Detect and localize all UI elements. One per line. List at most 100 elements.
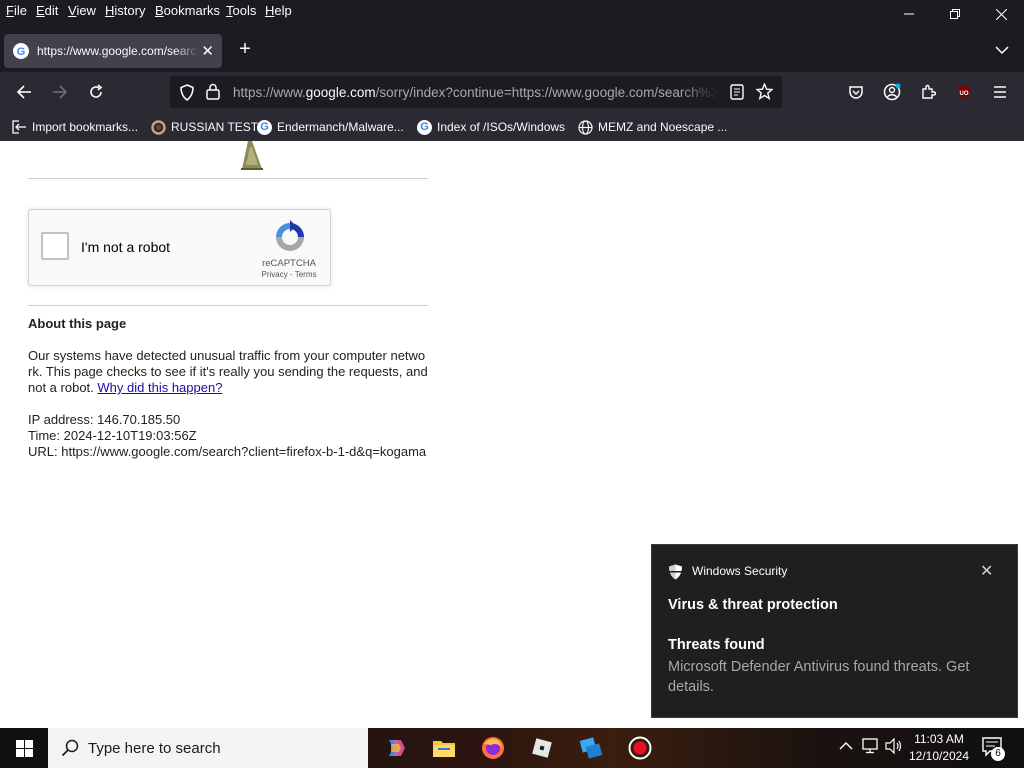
search-placeholder: Type here to search <box>88 740 221 757</box>
bookmark-memz-noescape[interactable]: MEMZ and Noescape ... <box>578 119 727 135</box>
why-did-this-happen-link[interactable]: Why did this happen? <box>97 380 222 395</box>
bookmark-endermanch-malware[interactable]: G Endermanch/Malware... <box>257 119 404 135</box>
toast-app-name: Windows Security <box>692 564 788 578</box>
menu-view[interactable]: View <box>68 3 96 18</box>
menu-help[interactable]: Help <box>265 3 292 18</box>
puzzle-icon <box>922 84 936 99</box>
file-explorer-icon[interactable] <box>430 734 458 762</box>
bookmark-russian-test[interactable]: RUSSIAN TEST <box>151 119 258 135</box>
reload-button[interactable] <box>84 80 108 104</box>
divider <box>28 178 428 179</box>
roblox-studio-icon[interactable] <box>577 734 605 762</box>
taskbar: Type here to search 11:03 AM 12/10/2024 … <box>0 728 1024 768</box>
shield-icon <box>668 564 683 585</box>
google-favicon-icon: G <box>417 119 432 135</box>
request-url: URL: https://www.google.com/search?clien… <box>28 444 427 459</box>
clock-date: 12/10/2024 <box>908 749 970 763</box>
toast-heading: Threats found <box>668 637 765 653</box>
browser-chrome: File Edit View History Bookmarks Tools H… <box>0 0 1024 141</box>
globe-icon <box>578 119 593 135</box>
divider <box>28 305 428 306</box>
recaptcha-logo-icon <box>273 220 307 254</box>
about-title: About this page <box>28 316 127 331</box>
hamburger-menu-icon <box>994 86 1006 98</box>
google-favicon-icon: G <box>13 43 29 59</box>
time-stamp: Time: 2024-12-10T19:03:56Z <box>28 428 197 443</box>
menu-history[interactable]: History <box>105 3 145 18</box>
menu-bookmarks[interactable]: Bookmarks <box>155 3 220 18</box>
navigation-toolbar: https://www.google.com/sorry/index?conti… <box>0 72 1024 112</box>
toast-title: Virus & threat protection <box>668 597 838 613</box>
pocket-icon <box>849 86 863 99</box>
list-all-tabs-button[interactable] <box>995 42 1009 60</box>
bookmark-star-icon[interactable] <box>755 82 774 105</box>
captcha-label: I'm not a robot <box>81 239 171 255</box>
app-menu-button[interactable] <box>988 80 1012 104</box>
close-icon[interactable]: ✕ <box>980 561 993 581</box>
bookmarks-toolbar: Import bookmarks... RUSSIAN TEST G Ender… <box>0 112 1024 141</box>
lock-icon[interactable] <box>206 83 220 105</box>
windows-security-notification[interactable]: Windows Security ✕ Virus & threat protec… <box>651 544 1018 718</box>
reader-view-icon[interactable] <box>730 84 744 105</box>
toast-body: Microsoft Defender Antivirus found threa… <box>668 659 970 695</box>
recaptcha-widget: I'm not a robot reCAPTCHA Privacy - Term… <box>28 209 331 286</box>
google-logo-fragment <box>238 141 266 176</box>
menu-file[interactable]: File <box>6 3 27 18</box>
google-favicon-icon: G <box>257 119 272 135</box>
restore-icon <box>950 9 960 19</box>
extensions-button[interactable] <box>916 80 940 104</box>
not-a-robot-checkbox[interactable] <box>41 232 69 260</box>
close-window-button[interactable] <box>978 0 1024 28</box>
minimize-icon <box>904 13 914 15</box>
system-clock[interactable]: 11:03 AM 12/10/2024 <box>904 731 974 765</box>
new-tab-button[interactable]: + <box>234 38 256 60</box>
forward-button[interactable] <box>48 80 72 104</box>
copilot-app-icon[interactable] <box>381 734 409 762</box>
tracking-protection-shield-icon[interactable] <box>179 84 195 106</box>
start-button[interactable] <box>0 728 48 768</box>
menu-bar: File Edit View History Bookmarks Tools H… <box>0 0 1024 22</box>
about-text: Our systems have detected unusual traffi… <box>28 348 428 395</box>
taskbar-search-box[interactable]: Type here to search <box>48 728 368 768</box>
menu-edit[interactable]: Edit <box>36 3 58 18</box>
url-text[interactable]: https://www.google.com/sorry/index?conti… <box>233 85 718 100</box>
reload-icon <box>90 84 103 98</box>
recaptcha-brand: reCAPTCHA <box>262 258 316 269</box>
minimize-button[interactable] <box>886 0 932 28</box>
notification-center-button[interactable]: 6 <box>982 737 1006 761</box>
tab-title: https://www.google.com/search?client=fir… <box>37 44 199 58</box>
pocket-button[interactable] <box>844 80 868 104</box>
network-icon[interactable] <box>862 738 880 757</box>
ublock-origin-icon: UO <box>958 85 970 99</box>
tab-active[interactable]: G https://www.google.com/search?client=f… <box>4 34 222 68</box>
forward-arrow-icon <box>53 85 68 99</box>
site-favicon-icon <box>151 119 166 135</box>
account-icon <box>883 83 901 101</box>
url-bar[interactable]: https://www.google.com/sorry/index?conti… <box>170 76 782 108</box>
windows-logo-icon <box>15 739 33 757</box>
back-arrow-icon <box>16 85 31 99</box>
back-button[interactable] <box>12 80 36 104</box>
close-icon <box>995 8 1007 20</box>
tab-bar: G https://www.google.com/search?client=f… <box>0 32 1024 72</box>
svg-text:UO: UO <box>960 91 969 97</box>
notification-count-badge: 6 <box>991 747 1005 761</box>
restore-button[interactable] <box>932 0 978 28</box>
tab-close-icon[interactable]: ✕ <box>201 42 214 60</box>
bookmark-index-isos[interactable]: G Index of /ISOs/Windows <box>417 119 565 135</box>
svg-text:G: G <box>17 46 26 58</box>
menu-tools[interactable]: Tools <box>226 3 256 18</box>
ip-address: IP address: 146.70.185.50 <box>28 412 181 427</box>
recaptcha-terms-link[interactable]: Privacy - Terms <box>254 270 324 279</box>
show-hidden-icons-icon[interactable] <box>839 738 853 754</box>
bookmark-import[interactable]: Import bookmarks... <box>12 119 138 135</box>
volume-icon[interactable] <box>885 737 903 757</box>
account-button[interactable] <box>880 80 904 104</box>
search-icon <box>61 739 79 762</box>
ublock-origin-button[interactable]: UO <box>952 80 976 104</box>
import-icon <box>12 120 26 134</box>
record-app-icon[interactable] <box>626 734 654 762</box>
roblox-icon[interactable] <box>528 734 556 762</box>
firefox-icon[interactable] <box>479 734 507 762</box>
chevron-down-icon <box>995 46 1009 55</box>
